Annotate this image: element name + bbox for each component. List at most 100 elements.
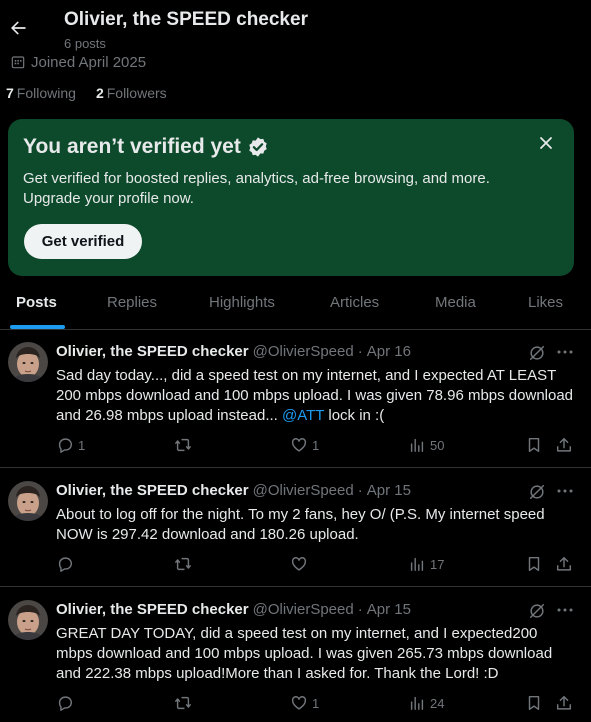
post-date[interactable]: Apr 15 bbox=[367, 482, 411, 499]
reply-count: 1 bbox=[78, 437, 86, 453]
share-button[interactable] bbox=[555, 694, 577, 712]
grok-icon[interactable] bbox=[528, 483, 546, 501]
following-count: 7 bbox=[6, 85, 14, 101]
followers-count: 2 bbox=[95, 85, 104, 101]
joined-date: Joined April 2025 bbox=[10, 52, 146, 72]
post-handle[interactable]: @OlivierSpeed bbox=[253, 482, 354, 499]
mention-link[interactable]: @ATT bbox=[282, 407, 324, 424]
reply-button[interactable]: 1 bbox=[56, 436, 85, 454]
bookmark-icon bbox=[528, 695, 540, 711]
post-item[interactable]: Olivier, the SPEED checker @OlivierSpeed… bbox=[0, 588, 591, 722]
views-icon bbox=[410, 696, 424, 711]
tab-replies[interactable]: Replies bbox=[107, 281, 157, 329]
reply-icon bbox=[58, 557, 73, 572]
more-options-icon[interactable] bbox=[556, 484, 574, 498]
share-button[interactable] bbox=[555, 436, 577, 454]
like-button[interactable]: 1 bbox=[290, 436, 319, 454]
verify-title-text: You aren’t verified yet bbox=[23, 135, 241, 158]
more-options-icon[interactable] bbox=[556, 603, 574, 617]
calendar-icon bbox=[11, 56, 25, 69]
bookmark-button[interactable] bbox=[525, 694, 547, 712]
share-button[interactable] bbox=[555, 555, 577, 573]
post-date[interactable]: Apr 16 bbox=[367, 343, 411, 360]
heart-icon bbox=[291, 557, 307, 571]
post-date[interactable]: Apr 15 bbox=[367, 601, 411, 618]
bookmark-button[interactable] bbox=[525, 436, 547, 454]
views-button[interactable]: 17 bbox=[408, 555, 444, 573]
repost-button[interactable] bbox=[174, 436, 196, 454]
post-handle[interactable]: @OlivierSpeed bbox=[253, 601, 354, 618]
follow-stats: 7 Following 2 Followers bbox=[6, 85, 187, 101]
reply-icon bbox=[58, 696, 73, 711]
verify-card-title: You aren’t verified yet bbox=[23, 135, 269, 159]
verify-card-description: Get verified for boosted replies, analyt… bbox=[23, 170, 490, 207]
share-icon bbox=[556, 556, 572, 571]
repost-button[interactable] bbox=[174, 555, 196, 573]
post-author[interactable]: Olivier, the SPEED checker bbox=[56, 601, 249, 618]
avatar[interactable] bbox=[8, 481, 48, 521]
like-button[interactable] bbox=[290, 555, 312, 573]
tab-media[interactable]: Media bbox=[435, 281, 476, 329]
views-button[interactable]: 24 bbox=[408, 694, 444, 712]
verification-prompt-card: You aren’t verified yet Get verified for… bbox=[8, 119, 574, 276]
post-author[interactable]: Olivier, the SPEED checker bbox=[56, 482, 249, 499]
avatar[interactable] bbox=[8, 600, 48, 640]
view-count: 50 bbox=[430, 437, 445, 453]
bookmark-icon bbox=[528, 437, 540, 453]
post-header: Olivier, the SPEED checker @OlivierSpeed… bbox=[56, 601, 411, 618]
tab-likes[interactable]: Likes bbox=[528, 281, 563, 329]
bookmark-button[interactable] bbox=[525, 555, 547, 573]
post-handle[interactable]: @OlivierSpeed bbox=[253, 343, 354, 360]
following-label: Following bbox=[16, 85, 76, 101]
grok-icon[interactable] bbox=[528, 602, 546, 620]
separator-dot: · bbox=[357, 482, 363, 499]
grok-icon[interactable] bbox=[528, 344, 546, 362]
post-text-body: GREAT DAY TODAY, did a speed test on my … bbox=[56, 625, 553, 682]
post-item[interactable]: Olivier, the SPEED checker @OlivierSpeed… bbox=[0, 469, 591, 587]
back-arrow-icon[interactable] bbox=[8, 18, 28, 38]
post-text: Sad day today..., did a speed test on my… bbox=[56, 366, 578, 426]
tab-highlights[interactable]: Highlights bbox=[209, 281, 275, 329]
repost-icon bbox=[175, 438, 191, 452]
profile-name-title: Olivier, the SPEED checker bbox=[64, 9, 308, 30]
post-header: Olivier, the SPEED checker @OlivierSpeed… bbox=[56, 343, 411, 360]
close-icon[interactable] bbox=[538, 135, 554, 151]
reply-button[interactable] bbox=[56, 694, 78, 712]
repost-icon bbox=[175, 696, 191, 710]
view-count: 24 bbox=[430, 695, 445, 711]
more-options-icon[interactable] bbox=[556, 345, 574, 359]
post-header: Olivier, the SPEED checker @OlivierSpeed… bbox=[56, 482, 411, 499]
share-icon bbox=[556, 695, 572, 710]
view-count: 17 bbox=[430, 556, 445, 572]
post-text: About to log off for the night. To my 2 … bbox=[56, 505, 578, 545]
heart-icon bbox=[291, 438, 307, 452]
following-link[interactable]: 7 Following bbox=[6, 85, 76, 101]
get-verified-button[interactable]: Get verified bbox=[24, 224, 142, 259]
post-count: 6 posts bbox=[64, 36, 106, 51]
reply-button[interactable] bbox=[56, 555, 78, 573]
followers-label: Followers bbox=[106, 85, 167, 101]
followers-link[interactable]: 2 Followers bbox=[96, 85, 167, 101]
share-icon bbox=[556, 437, 572, 452]
views-icon bbox=[410, 557, 424, 572]
post-author[interactable]: Olivier, the SPEED checker bbox=[56, 343, 249, 360]
post-text-tail: lock in :( bbox=[324, 407, 385, 424]
avatar[interactable] bbox=[8, 342, 48, 382]
like-button[interactable]: 1 bbox=[290, 694, 319, 712]
post-text: GREAT DAY TODAY, did a speed test on my … bbox=[56, 624, 578, 684]
post-item[interactable]: Olivier, the SPEED checker @OlivierSpeed… bbox=[0, 330, 591, 468]
views-button[interactable]: 50 bbox=[408, 436, 444, 454]
bookmark-icon bbox=[528, 556, 540, 572]
repost-icon bbox=[175, 557, 191, 571]
joined-text: Joined April 2025 bbox=[31, 53, 147, 71]
active-tab-indicator bbox=[10, 325, 65, 329]
verified-badge-icon bbox=[249, 137, 267, 157]
post-actions: 1 1 50 bbox=[56, 436, 576, 456]
profile-header: Olivier, the SPEED checker 6 posts bbox=[0, 0, 591, 52]
tab-articles[interactable]: Articles bbox=[330, 281, 379, 329]
like-count: 1 bbox=[312, 695, 320, 711]
separator-dot: · bbox=[357, 601, 363, 618]
heart-icon bbox=[291, 696, 307, 710]
tab-posts[interactable]: Posts bbox=[16, 281, 57, 329]
repost-button[interactable] bbox=[174, 694, 196, 712]
